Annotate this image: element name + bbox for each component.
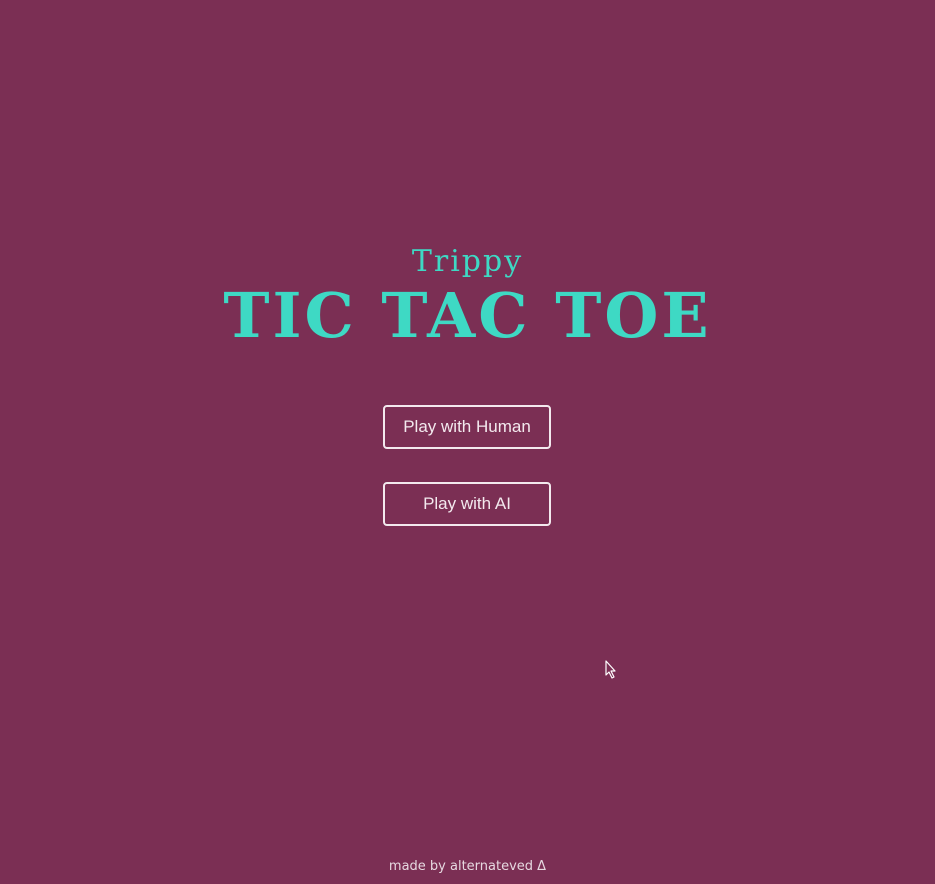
play-with-human-button[interactable]: Play with Human [383,405,551,449]
game-title: TIC TAC TOE [223,279,712,352]
pointer-arrow-icon [605,660,616,679]
game-subtitle: Trippy [411,244,524,279]
play-with-ai-button[interactable]: Play with AI [383,482,551,526]
title-block: Trippy TIC TAC TOE [0,240,935,348]
footer-credit: made by alternateved Δ [388,859,547,874]
